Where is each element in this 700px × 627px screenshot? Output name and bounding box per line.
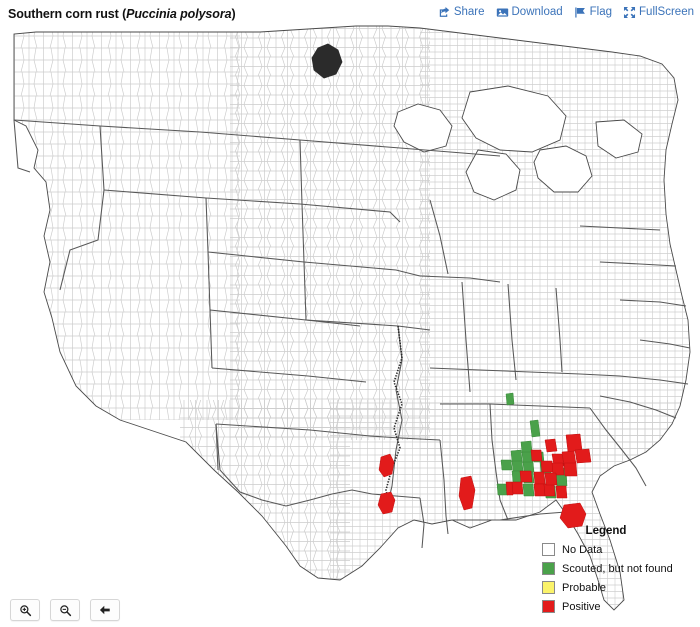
share-label: Share [453, 5, 485, 18]
title-suffix: ) [231, 7, 236, 21]
legend-label-no-data: No Data [562, 543, 603, 556]
flag-label: Flag [589, 5, 613, 18]
positive-county [378, 453, 395, 478]
back-arrow-icon [99, 605, 110, 615]
positive-county [533, 471, 546, 485]
map-viewer: Southern corn rust (Puccinia polysora) S… [0, 0, 700, 627]
legend-swatch-scouted [542, 562, 555, 575]
scouted-county [510, 449, 523, 463]
zoom-in-button[interactable] [10, 599, 40, 621]
zoom-out-icon [59, 604, 71, 616]
scouted-county [505, 392, 515, 406]
positive-county [530, 449, 543, 462]
flag-icon [574, 6, 587, 19]
positive-county [563, 462, 578, 477]
legend-item-probable: Probable [542, 579, 692, 596]
legend-label-probable: Probable [562, 581, 607, 594]
fullscreen-label: FullScreen [639, 5, 694, 18]
positive-county [540, 460, 554, 473]
download-button[interactable]: Download [496, 6, 563, 19]
legend-item-no-data: No Data [542, 541, 692, 558]
legend-swatch-probable [542, 581, 555, 594]
positive-county [574, 448, 592, 464]
legend-swatch-positive [542, 600, 555, 613]
share-icon [438, 6, 451, 19]
positive-county [544, 472, 558, 486]
scouted-county [522, 483, 535, 497]
fullscreen-button[interactable]: FullScreen [623, 6, 694, 19]
scouted-county [500, 459, 513, 471]
legend-item-positive: Positive [542, 598, 692, 615]
scouted-county [520, 440, 533, 454]
scouted-county [529, 419, 541, 438]
positive-county [519, 470, 533, 483]
legend-label-scouted: Scouted, but not found [562, 562, 673, 575]
scouted-county [511, 460, 524, 472]
positive-county [533, 483, 546, 497]
legend-label-positive: Positive [562, 600, 601, 613]
map-controls [10, 599, 120, 621]
legend-title: Legend [585, 525, 627, 537]
scouted-county [522, 461, 535, 473]
legend-swatch-no-data [542, 543, 555, 556]
fullscreen-icon [623, 6, 636, 19]
positive-county [555, 485, 568, 499]
share-button[interactable]: Share [438, 6, 485, 19]
positive-county [505, 481, 514, 496]
download-label: Download [511, 5, 563, 18]
positive-county [511, 481, 524, 495]
legend: Legend No Data Scouted, but not found Pr… [542, 525, 692, 617]
title-prefix: Southern corn rust ( [8, 7, 127, 21]
zoom-in-icon [19, 604, 31, 616]
download-image-icon [496, 6, 509, 19]
back-button[interactable] [90, 599, 120, 621]
title-species-name: Puccinia polysora [126, 7, 232, 21]
positive-county [543, 483, 556, 497]
page-title: Southern corn rust (Puccinia polysora) [8, 7, 236, 21]
flag-button[interactable]: Flag [574, 6, 612, 19]
zoom-out-button[interactable] [50, 599, 80, 621]
positive-county [565, 433, 583, 453]
map-toolbar: Share Download Flag FullScreen [438, 6, 694, 19]
legend-item-scouted: Scouted, but not found [542, 560, 692, 577]
positive-county [544, 438, 558, 453]
